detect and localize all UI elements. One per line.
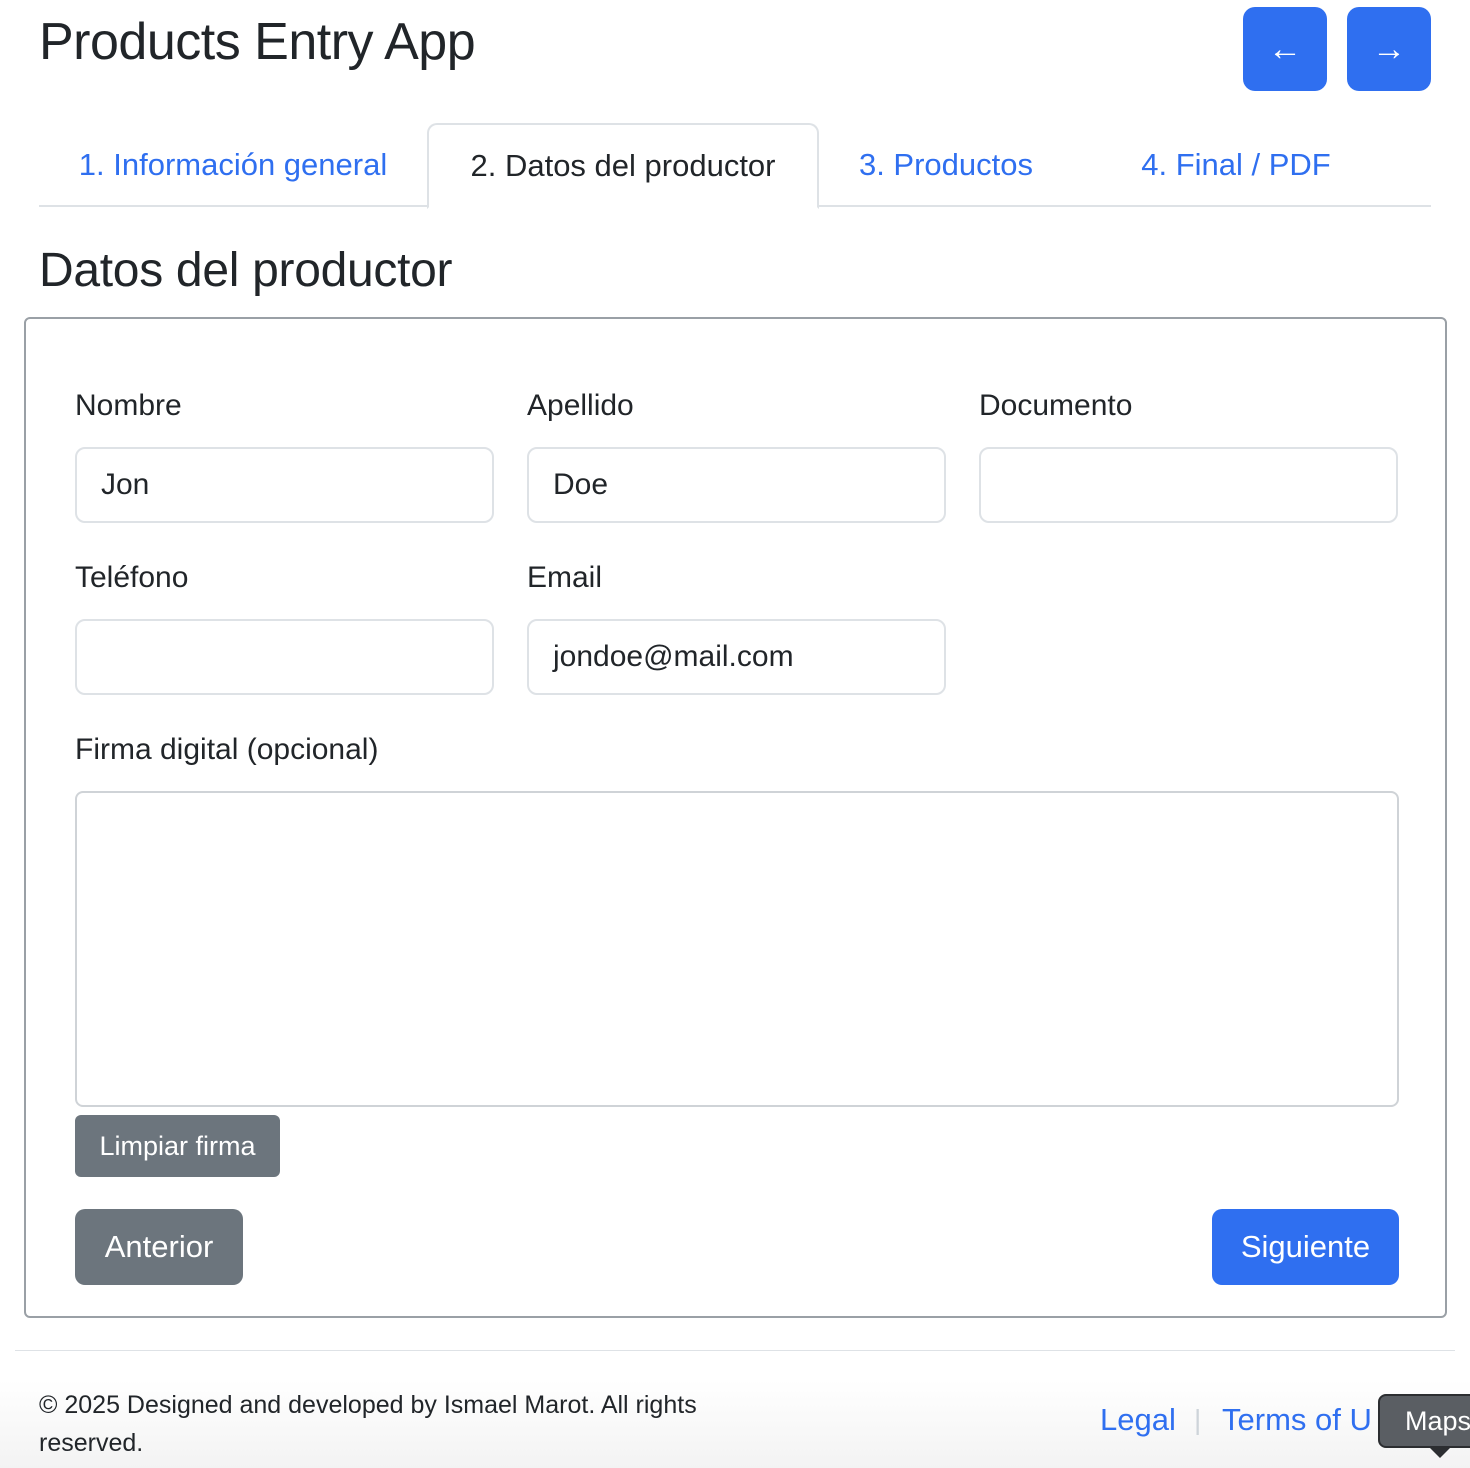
terms-link[interactable]: Terms of U [1222,1402,1372,1438]
email-label: Email [527,561,603,594]
documento-input[interactable] [979,447,1398,523]
siguiente-button[interactable]: Siguiente [1212,1209,1399,1285]
app-title: Products Entry App [39,13,476,71]
copyright-text: © 2025 Designed and developed by Ismael … [39,1391,697,1457]
maps-badge-label: Maps [1405,1405,1470,1436]
maps-badge[interactable]: Maps [1378,1394,1470,1458]
telefono-label: Teléfono [75,561,189,594]
arrow-right-icon: → [1372,30,1406,68]
tab-final-pdf[interactable]: 4. Final / PDF [1073,123,1399,207]
tab-informacion-general[interactable]: 1. Información general [39,123,427,207]
badge-pointer-icon [1428,1446,1452,1458]
clear-signature-button[interactable]: Limpiar firma [75,1115,280,1177]
step-tabs: 1. Información general 2. Datos del prod… [39,123,1431,209]
next-step-button[interactable]: → [1347,7,1431,91]
section-title: Datos del productor [39,244,453,297]
anterior-button[interactable]: Anterior [75,1209,243,1285]
telefono-input[interactable] [75,619,494,695]
arrow-left-icon: ← [1268,30,1302,68]
apellido-input[interactable]: Doe [527,447,946,523]
tab-productos[interactable]: 3. Productos [819,123,1073,207]
footer-separator: | [1194,1404,1202,1435]
documento-label: Documento [979,389,1133,422]
footer-divider [15,1350,1455,1351]
producer-form-card: Nombre Jon Apellido Doe Documento Teléfo… [24,317,1447,1318]
page: Products Entry App ← → 1. Información ge… [0,0,1470,1468]
email-input[interactable]: jondoe@mail.com [527,619,946,695]
nombre-label: Nombre [75,389,182,422]
apellido-label: Apellido [527,389,634,422]
legal-link[interactable]: Legal [1100,1402,1176,1438]
firma-label: Firma digital (opcional) [75,733,379,766]
previous-step-button[interactable]: ← [1243,7,1327,91]
tab-datos-del-productor[interactable]: 2. Datos del productor [427,123,819,209]
signature-pad[interactable] [75,791,1399,1107]
nombre-input[interactable]: Jon [75,447,494,523]
